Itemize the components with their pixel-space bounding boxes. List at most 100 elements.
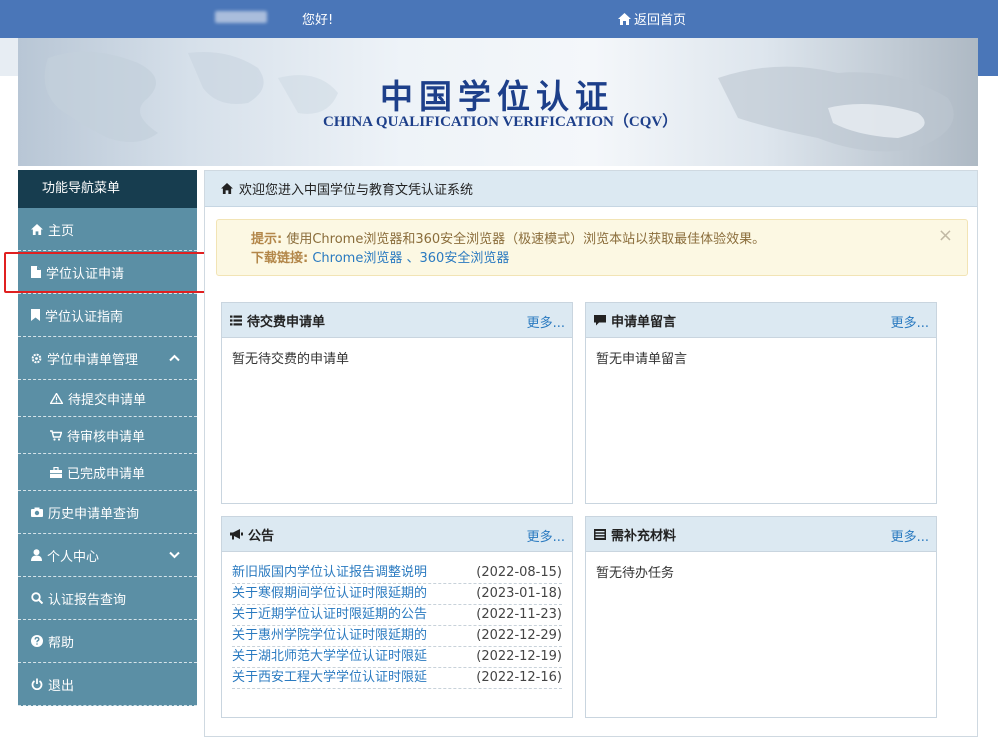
sidebar-item-profile[interactable]: 个人中心 bbox=[18, 534, 197, 577]
notice-link[interactable]: 关于寒假期间学位认证时限延期的 bbox=[232, 584, 427, 604]
notice-date: (2022-12-29) bbox=[476, 628, 562, 643]
more-link[interactable]: 更多... bbox=[891, 526, 929, 545]
notice-link[interactable]: 关于近期学位认证时限延期的公告 bbox=[232, 605, 427, 625]
sidebar-item-history[interactable]: 历史申请单查询 bbox=[18, 491, 197, 534]
notices-panel: 公告 更多... 新旧版国内学位认证报告调整说明 (2022-08-15) 关于寒… bbox=[221, 516, 573, 718]
notice-date: (2022-12-19) bbox=[476, 649, 562, 664]
chrome-download-link[interactable]: Chrome浏览器 bbox=[312, 251, 402, 266]
top-bar: 您好! 返回首页 bbox=[0, 0, 998, 38]
username-blurred bbox=[215, 11, 267, 23]
sidebar-item-logout[interactable]: 退出 bbox=[18, 663, 197, 706]
greeting-text: 您好! bbox=[302, 13, 334, 28]
alert-download-line: 下载链接: Chrome浏览器 、360安全浏览器 bbox=[251, 249, 967, 268]
sidebar-item-label: 认证报告查询 bbox=[48, 592, 127, 608]
sidebar-item-label: 学位申请单管理 bbox=[47, 352, 139, 368]
help-icon bbox=[31, 635, 43, 647]
panel-empty-text: 暂无待办任务 bbox=[596, 566, 675, 581]
list-item: 关于惠州学院学位认证时限延期的 (2022-12-29) bbox=[232, 626, 562, 647]
chevron-up-icon bbox=[169, 352, 180, 365]
pending-payment-panel: 待交费申请单 更多... 暂无待交费的申请单 bbox=[221, 302, 573, 504]
panel-title: 公告 bbox=[248, 528, 275, 544]
list-alt-icon bbox=[594, 528, 606, 540]
panel-title: 需补充材料 bbox=[611, 528, 677, 544]
alert-tip-label: 提示: bbox=[251, 232, 283, 247]
list-item: 新旧版国内学位认证报告调整说明 (2022-08-15) bbox=[232, 563, 562, 584]
notice-date: (2023-01-18) bbox=[476, 586, 562, 601]
messages-panel: 申请单留言 更多... 暂无申请单留言 bbox=[585, 302, 937, 504]
supplements-panel: 需补充材料 更多... 暂无待办任务 bbox=[585, 516, 937, 718]
breadcrumb-text: 欢迎您进入中国学位与教育文凭认证系统 bbox=[239, 183, 474, 198]
cart-icon bbox=[50, 429, 62, 441]
search-icon bbox=[31, 592, 43, 604]
notice-link[interactable]: 关于湖北师范大学学位认证时限延 bbox=[232, 647, 427, 667]
highlight-annotation-box bbox=[4, 252, 208, 293]
notice-date: (2022-11-23) bbox=[476, 607, 562, 622]
notice-link[interactable]: 关于惠州学院学位认证时限延期的 bbox=[232, 626, 427, 646]
sidebar-item-label: 待审核申请单 bbox=[67, 429, 146, 445]
sidebar-header: 功能导航菜单 bbox=[18, 170, 197, 208]
alert-tip-text: 使用Chrome浏览器和360安全浏览器（极速模式）浏览本站以获取最佳体验效果。 bbox=[286, 232, 766, 247]
site-banner: 中国学位认证 CHINA QUALIFICATION VERIFICATION（… bbox=[18, 38, 978, 166]
home-icon bbox=[618, 12, 631, 25]
panel-empty-text: 暂无申请单留言 bbox=[596, 352, 688, 367]
more-link[interactable]: 更多... bbox=[527, 526, 565, 545]
panel-header: 申请单留言 更多... bbox=[586, 303, 936, 338]
breadcrumb: 欢迎您进入中国学位与教育文凭认证系统 bbox=[205, 171, 977, 207]
notice-list: 新旧版国内学位认证报告调整说明 (2022-08-15) 关于寒假期间学位认证时限… bbox=[222, 552, 572, 699]
sidebar-item-label: 历史申请单查询 bbox=[48, 506, 140, 522]
more-link[interactable]: 更多... bbox=[527, 312, 565, 331]
briefcase-icon bbox=[50, 466, 62, 478]
comment-icon bbox=[594, 314, 606, 325]
alert-tip-line: 提示: 使用Chrome浏览器和360安全浏览器（极速模式）浏览本站以获取最佳体… bbox=[251, 230, 967, 249]
sidebar-item-report-query[interactable]: 认证报告查询 bbox=[18, 577, 197, 620]
sidebar-item-label: 学位认证指南 bbox=[45, 309, 124, 325]
alert-close-button[interactable]: × bbox=[938, 226, 953, 245]
user-icon bbox=[31, 549, 42, 561]
camera-icon bbox=[31, 507, 43, 517]
notice-date: (2022-08-15) bbox=[476, 565, 562, 580]
gear-icon bbox=[31, 353, 42, 363]
sidebar-item-label: 已完成申请单 bbox=[67, 466, 146, 482]
sidebar-item-help[interactable]: 帮助 bbox=[18, 620, 197, 663]
more-link[interactable]: 更多... bbox=[891, 312, 929, 331]
360-download-link[interactable]: 360安全浏览器 bbox=[420, 251, 510, 266]
list-item: 关于西安工程大学学位认证时限延 (2022-12-16) bbox=[232, 668, 562, 689]
power-icon bbox=[31, 678, 43, 690]
list-item: 关于寒假期间学位认证时限延期的 (2023-01-18) bbox=[232, 584, 562, 605]
sidebar-item-label: 待提交申请单 bbox=[68, 392, 147, 408]
banner-title-en: CHINA QUALIFICATION VERIFICATION（CQV） bbox=[323, 114, 678, 130]
list-item: 关于湖北师范大学学位认证时限延 (2022-12-19) bbox=[232, 647, 562, 668]
sidebar-item-label: 退出 bbox=[48, 678, 75, 694]
panel-empty-text: 暂无待交费的申请单 bbox=[232, 352, 350, 367]
sidebar-item-label: 帮助 bbox=[48, 635, 75, 651]
home-link-label: 返回首页 bbox=[634, 13, 687, 28]
browser-tip-alert: 提示: 使用Chrome浏览器和360安全浏览器（极速模式）浏览本站以获取最佳体… bbox=[216, 219, 968, 276]
notice-link[interactable]: 新旧版国内学位认证报告调整说明 bbox=[232, 563, 427, 583]
link-separator: 、 bbox=[406, 251, 420, 266]
home-icon bbox=[31, 223, 43, 235]
list-item: 关于近期学位认证时限延期的公告 (2022-11-23) bbox=[232, 605, 562, 626]
home-icon bbox=[221, 183, 233, 194]
sidebar-item-label: 个人中心 bbox=[47, 549, 100, 565]
sidebar-item-home[interactable]: 主页 bbox=[18, 208, 197, 251]
list-icon bbox=[230, 315, 242, 325]
main-content: 欢迎您进入中国学位与教育文凭认证系统 提示: 使用Chrome浏览器和360安全… bbox=[204, 170, 978, 737]
notice-date: (2022-12-16) bbox=[476, 670, 562, 685]
alert-download-label: 下载链接: bbox=[251, 251, 309, 266]
bookmark-icon bbox=[31, 309, 40, 321]
panel-title: 待交费申请单 bbox=[247, 314, 326, 330]
sidebar-item-pending-review[interactable]: 待审核申请单 bbox=[18, 417, 197, 454]
panel-header: 需补充材料 更多... bbox=[586, 517, 936, 552]
panel-title: 申请单留言 bbox=[611, 314, 677, 330]
bullhorn-icon bbox=[230, 528, 243, 539]
sidebar-item-label: 主页 bbox=[48, 223, 75, 239]
sidebar-item-manage[interactable]: 学位申请单管理 bbox=[18, 337, 197, 380]
sidebar-item-guide[interactable]: 学位认证指南 bbox=[18, 294, 197, 337]
warning-icon bbox=[50, 392, 63, 404]
home-link[interactable]: 返回首页 bbox=[618, 9, 686, 28]
sidebar-item-pending-submit[interactable]: 待提交申请单 bbox=[18, 380, 197, 417]
sidebar-nav: 功能导航菜单 主页 学位认证申请 学位认证指南 学位申请单管理 待提交申请单 待… bbox=[18, 170, 197, 706]
panel-header: 待交费申请单 更多... bbox=[222, 303, 572, 338]
sidebar-item-completed[interactable]: 已完成申请单 bbox=[18, 454, 197, 491]
notice-link[interactable]: 关于西安工程大学学位认证时限延 bbox=[232, 668, 427, 688]
